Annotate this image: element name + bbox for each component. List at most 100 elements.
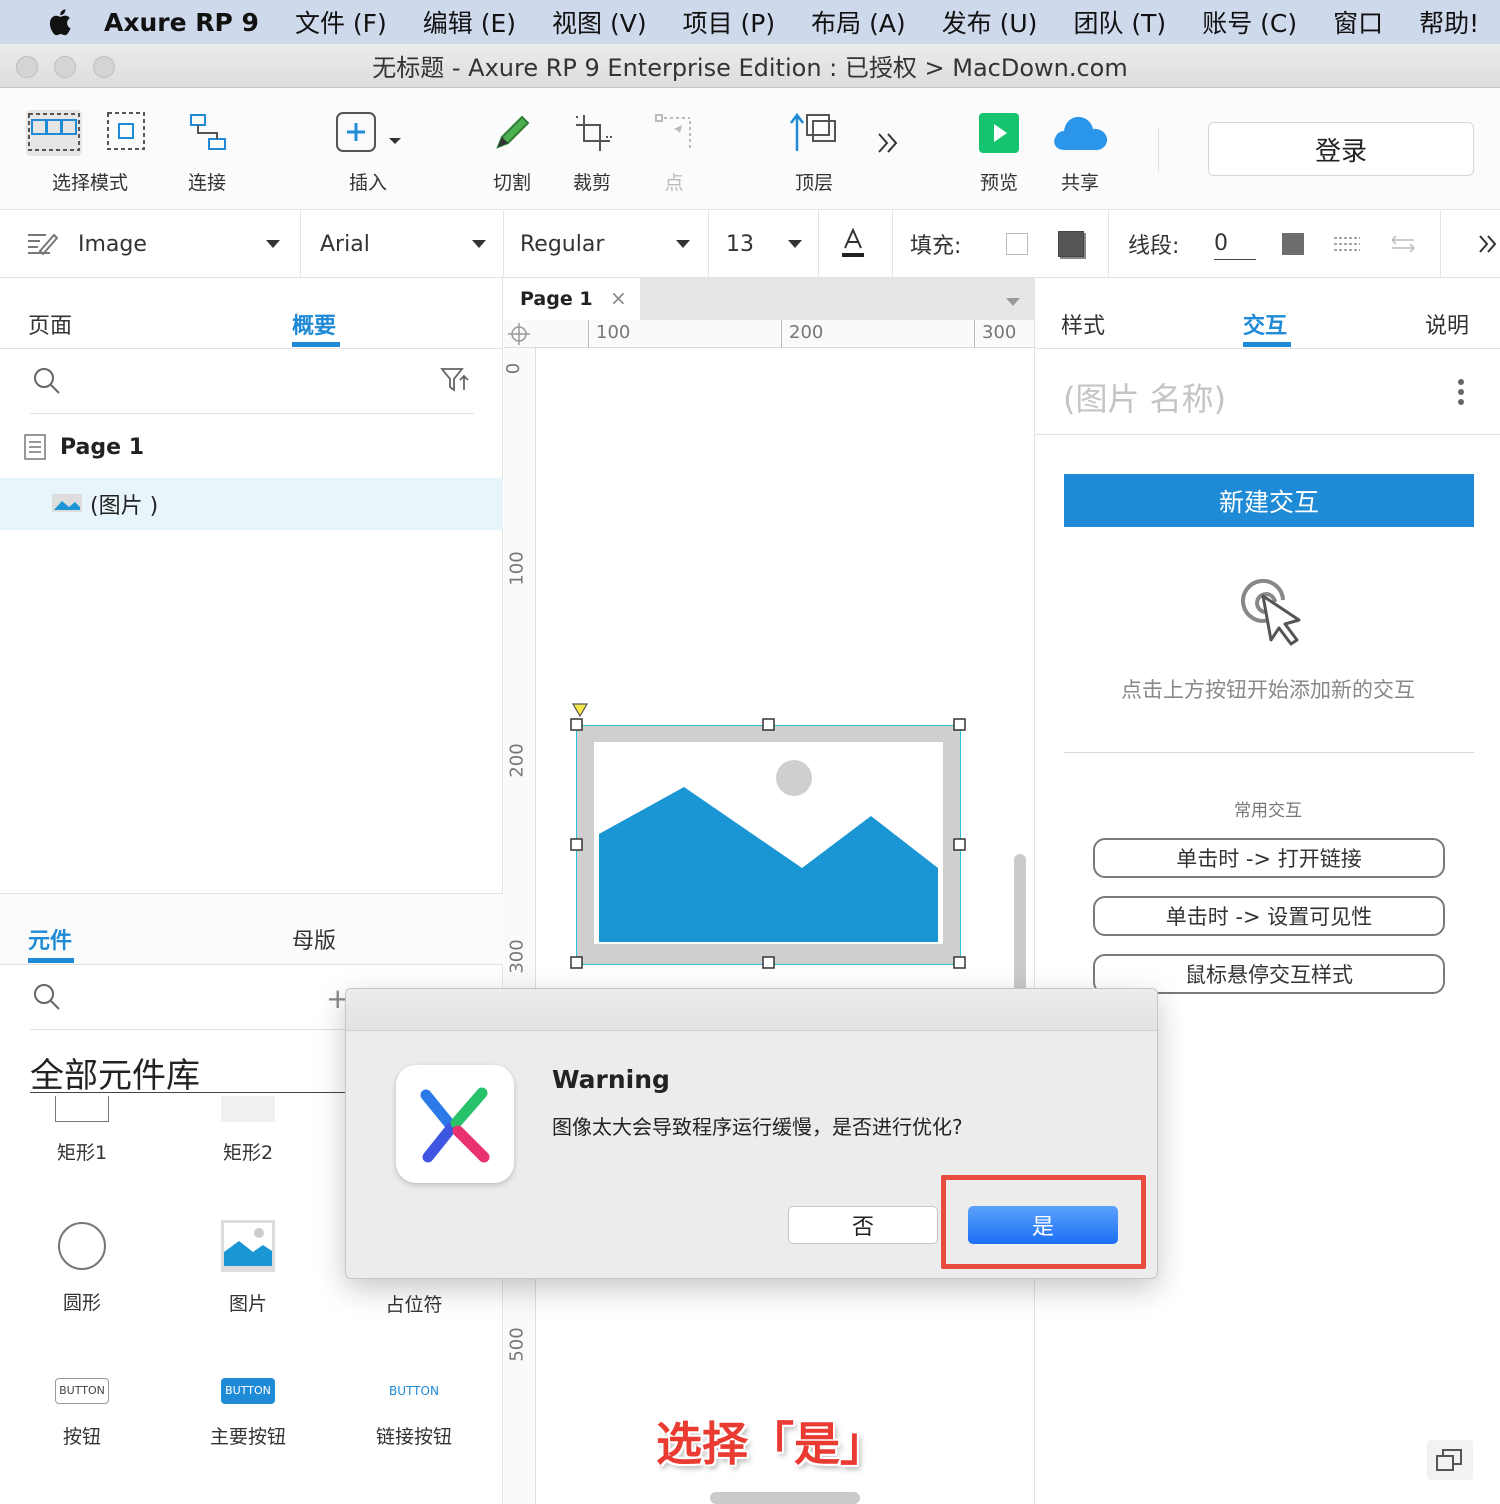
dialog-title: Warning	[552, 1065, 670, 1094]
share-button[interactable]: 共享	[1048, 110, 1112, 195]
library-item-circle[interactable]: 圆形	[12, 1222, 152, 1315]
menu-publish[interactable]: 发布 (U)	[942, 4, 1038, 40]
active-tab-indicator	[28, 958, 74, 963]
tab-outline[interactable]: 概要	[292, 308, 336, 340]
tab-interactions[interactable]: 交互	[1243, 308, 1287, 340]
chevron-down-icon	[472, 240, 486, 248]
menu-layout[interactable]: 布局 (A)	[811, 4, 906, 40]
shadow-button[interactable]	[1058, 210, 1084, 278]
tutorial-annotation: 选择「是」	[656, 1417, 886, 1471]
canvas-vertical-scrollbar[interactable]	[1014, 854, 1026, 994]
image-icon	[52, 494, 82, 512]
window-restore-icon[interactable]	[1427, 1440, 1473, 1480]
common-interactions-title: 常用交互	[1234, 801, 1302, 821]
button-preview: BUTTON	[55, 1378, 109, 1404]
top-layer-button[interactable]: 顶层	[786, 110, 842, 195]
ruler-label: 500	[506, 1327, 528, 1362]
library-title[interactable]: 全部元件库	[30, 1048, 200, 1097]
library-item-button[interactable]: BUTTON 按钮	[12, 1378, 152, 1449]
library-item-rect2[interactable]: 矩形2	[178, 1096, 318, 1165]
no-button[interactable]: 否	[788, 1206, 938, 1244]
line-pattern-button[interactable]	[1332, 210, 1362, 278]
menu-account[interactable]: 账号 (C)	[1202, 4, 1297, 40]
circle-icon	[58, 1222, 106, 1270]
menu-help[interactable]: 帮助!	[1419, 4, 1479, 40]
onclick-set-visibility-button[interactable]: 单击时 -> 设置可见性	[1093, 896, 1445, 936]
crop-button[interactable]: 裁剪	[566, 110, 618, 195]
horizontal-ruler: 100 200 300	[504, 320, 1034, 348]
zoom-window-button[interactable]	[93, 56, 115, 78]
click-cursor-icon	[1241, 578, 1301, 646]
tab-libraries[interactable]: 元件	[28, 923, 72, 955]
select-intersect-icon[interactable]	[26, 110, 82, 156]
library-item-label: 图片	[228, 1293, 267, 1315]
outline-item-selected[interactable]: (图片 )	[0, 478, 503, 530]
menu-project[interactable]: 项目 (P)	[683, 4, 776, 40]
library-item-placeholder[interactable]: 占位符	[344, 1290, 484, 1317]
widget-name-input[interactable]: (图片 名称)	[1063, 374, 1226, 420]
more-options-icon[interactable]	[1456, 378, 1466, 406]
tab-masters[interactable]: 母版	[292, 923, 336, 955]
fill-color-button[interactable]	[1006, 210, 1028, 278]
canvas-horizontal-scrollbar[interactable]	[710, 1492, 860, 1504]
tab-style[interactable]: 样式	[1061, 308, 1105, 340]
menu-file[interactable]: 文件 (F)	[295, 4, 387, 40]
font-color-icon	[842, 228, 864, 257]
outline-page-name: Page 1	[60, 434, 145, 460]
close-icon[interactable]: ×	[610, 286, 627, 310]
selection-handles[interactable]	[504, 698, 1034, 998]
minimize-window-button[interactable]	[54, 56, 76, 78]
select-contain-icon[interactable]	[106, 111, 146, 156]
login-button[interactable]: 登录	[1208, 122, 1474, 176]
preview-label: 预览	[979, 172, 1018, 194]
font-family-dropdown[interactable]: Arial	[320, 210, 488, 278]
menu-edit[interactable]: 编辑 (E)	[423, 4, 516, 40]
app-menu[interactable]: Axure RP 9	[104, 8, 259, 37]
new-interaction-button[interactable]: 新建交互	[1064, 474, 1474, 527]
arrow-style-button[interactable]	[1388, 210, 1418, 278]
line-width-value: 0	[1214, 229, 1256, 260]
shadow-icon	[1058, 231, 1084, 257]
insert-button[interactable]: 插入	[330, 110, 406, 195]
library-item-link-button[interactable]: BUTTON 链接按钮	[344, 1378, 484, 1449]
font-size-dropdown[interactable]: 13	[726, 210, 804, 278]
library-item-rect1[interactable]: 矩形1	[12, 1096, 152, 1165]
menu-view[interactable]: 视图 (V)	[552, 4, 647, 40]
axure-app-icon	[396, 1065, 514, 1183]
preview-button[interactable]: 预览	[972, 110, 1026, 195]
line-color-button[interactable]	[1282, 210, 1304, 278]
apple-icon[interactable]	[40, 7, 78, 37]
filter-icon[interactable]	[440, 366, 470, 394]
point-icon	[655, 114, 691, 151]
point-button[interactable]: 点	[648, 110, 700, 195]
search-icon	[34, 984, 60, 1010]
library-item-image[interactable]: 图片	[178, 1220, 318, 1316]
stylebar-overflow-button[interactable]	[1476, 210, 1500, 278]
outline-page-row[interactable]: Page 1	[24, 434, 144, 460]
select-mode-button[interactable]: 选择模式	[22, 110, 158, 194]
outline-search-input[interactable]	[30, 366, 474, 414]
font-style-dropdown[interactable]: Regular	[520, 210, 692, 278]
library-item-label: 矩形1	[56, 1142, 108, 1164]
library-item-primary-button[interactable]: BUTTON 主要按钮	[178, 1378, 318, 1449]
close-window-button[interactable]	[16, 56, 38, 78]
connect-button[interactable]: 连接	[180, 110, 234, 195]
toolbar-overflow-button[interactable]	[868, 128, 908, 163]
font-color-button[interactable]	[840, 210, 870, 278]
library-item-label: 圆形	[62, 1292, 101, 1314]
tab-pages[interactable]: 页面	[28, 308, 72, 340]
toolbar-divider	[1158, 128, 1159, 172]
menu-team[interactable]: 团队 (T)	[1073, 4, 1166, 40]
tab-menu-chevron-icon[interactable]	[1006, 298, 1020, 306]
share-label: 共享	[1060, 172, 1099, 194]
select-mode-label: 选择模式	[52, 172, 129, 194]
onclick-open-link-button[interactable]: 单击时 -> 打开链接	[1093, 838, 1445, 878]
tab-page-1[interactable]: Page 1 ×	[504, 278, 640, 320]
rectangle-filled-icon	[221, 1096, 275, 1122]
cut-button[interactable]: 切割	[486, 110, 538, 195]
menu-window[interactable]: 窗口	[1333, 4, 1383, 40]
widget-style-dropdown[interactable]: Image	[26, 210, 286, 278]
tab-notes[interactable]: 说明	[1425, 308, 1469, 340]
library-item-label: 占位符	[385, 1294, 443, 1316]
line-width-input[interactable]: 0	[1214, 210, 1256, 278]
